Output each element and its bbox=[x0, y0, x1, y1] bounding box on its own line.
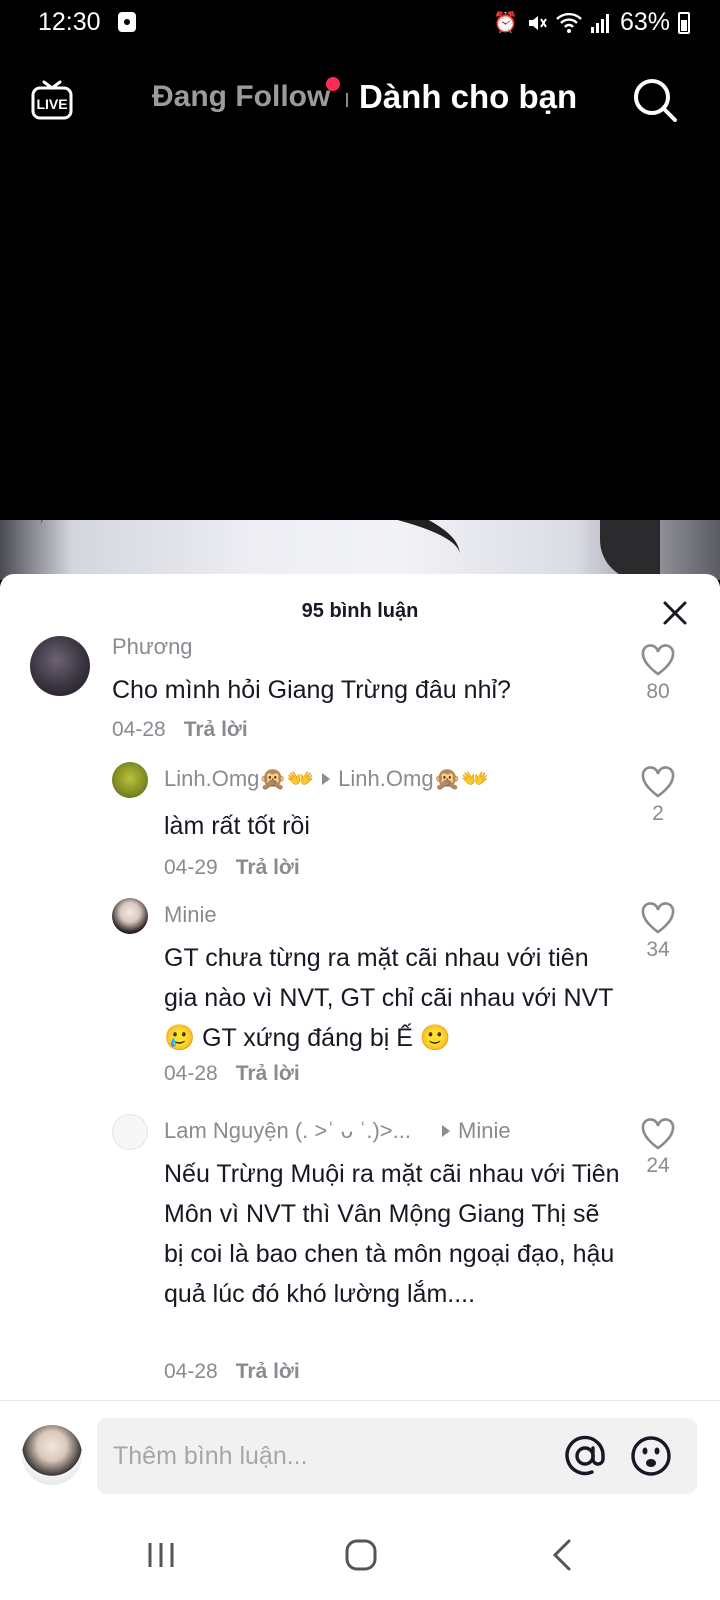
mute-icon bbox=[528, 15, 547, 30]
system-nav-bar bbox=[0, 1510, 720, 1600]
like-button[interactable]: 34 bbox=[628, 902, 688, 962]
comment-input[interactable]: Thêm bình luận... bbox=[97, 1418, 697, 1494]
reply-meta: 04-28 Trả lời bbox=[164, 1360, 300, 1384]
comment-list[interactable]: Phương Cho mình hỏi Giang Trừng đâu nhỉ?… bbox=[0, 636, 720, 1396]
comment-input-bar: Thêm bình luận... bbox=[0, 1400, 720, 1510]
top-nav: LIVE Đang Follow Dành cho bạn bbox=[0, 60, 720, 140]
live-tv-icon[interactable]: LIVE bbox=[30, 78, 74, 122]
reply-date: 04-29 bbox=[164, 856, 218, 879]
following-notification-dot bbox=[326, 77, 340, 91]
comment-placeholder: Thêm bình luận... bbox=[113, 1442, 308, 1470]
like-count: 80 bbox=[646, 680, 670, 703]
battery-percent: 63% bbox=[619, 8, 670, 36]
comment-count: 95 bình luận bbox=[301, 600, 419, 622]
tab-following[interactable]: Đang Follow bbox=[152, 80, 330, 114]
search-icon[interactable] bbox=[632, 77, 678, 123]
like-button[interactable]: 2 bbox=[628, 766, 688, 826]
like-count: 24 bbox=[646, 1154, 670, 1177]
my-avatar[interactable] bbox=[22, 1425, 82, 1485]
status-time: 12:30 bbox=[38, 8, 101, 36]
reply-target[interactable]: Linh.Omg🙊👐 bbox=[338, 766, 488, 791]
comment-text: Cho mình hỏi Giang Trừng đâu nhỉ? bbox=[112, 676, 511, 704]
avatar[interactable] bbox=[112, 898, 148, 934]
comment-item: Phương Cho mình hỏi Giang Trừng đâu nhỉ?… bbox=[0, 636, 720, 756]
reply-author[interactable]: Linh.Omg🙊👐 bbox=[164, 766, 314, 791]
heart-icon bbox=[641, 902, 675, 934]
heart-icon bbox=[641, 766, 675, 798]
live-label: LIVE bbox=[36, 96, 67, 112]
avatar[interactable] bbox=[112, 762, 148, 798]
like-count: 2 bbox=[652, 802, 664, 825]
reply-meta: 04-29 Trả lời bbox=[164, 856, 300, 880]
avatar[interactable] bbox=[112, 1114, 148, 1150]
heart-icon bbox=[641, 644, 675, 676]
like-button[interactable]: 24 bbox=[628, 1118, 688, 1178]
back-icon[interactable] bbox=[550, 1538, 574, 1572]
reply-date: 04-28 bbox=[164, 1062, 218, 1085]
reply-username: Lam Nguyện (. >ʿ ᴗ ʿ.)>... Minie bbox=[164, 1118, 511, 1144]
status-bar: 12:30 ⏰ 63% bbox=[0, 0, 720, 46]
video-preview[interactable] bbox=[0, 520, 720, 580]
tab-separator bbox=[346, 93, 348, 107]
signal-icon bbox=[590, 13, 609, 33]
status-icons: ⏰ 63% bbox=[493, 8, 690, 37]
comment-meta: 04-28 Trả lời bbox=[112, 718, 248, 742]
like-button[interactable]: 80 bbox=[628, 644, 688, 704]
reply-button[interactable]: Trả lời bbox=[236, 1360, 300, 1383]
reply-text: Nếu Trừng Muội ra mặt cãi nhau với Tiên … bbox=[164, 1160, 620, 1308]
reply-author[interactable]: Lam Nguyện (. >ʿ ᴗ ʿ.)>... bbox=[164, 1118, 434, 1144]
like-count: 34 bbox=[646, 938, 670, 961]
reply-button[interactable]: Trả lời bbox=[184, 718, 248, 741]
wifi-icon bbox=[556, 12, 582, 33]
reply-text: làm rất tốt rồi bbox=[164, 812, 310, 840]
notification-icon bbox=[118, 12, 136, 32]
heart-icon bbox=[641, 1118, 675, 1150]
battery-icon bbox=[678, 11, 690, 34]
comment-date: 04-28 bbox=[112, 718, 166, 741]
close-icon[interactable] bbox=[658, 596, 692, 630]
reply-date: 04-28 bbox=[164, 1360, 218, 1383]
reply-button[interactable]: Trả lời bbox=[236, 856, 300, 879]
reply-arrow-icon bbox=[322, 773, 331, 786]
avatar[interactable] bbox=[30, 636, 90, 696]
reply-item: Lam Nguyện (. >ʿ ᴗ ʿ.)>... Minie Nếu Trừn… bbox=[0, 1114, 720, 1396]
comment-username[interactable]: Phương bbox=[112, 636, 193, 660]
reply-arrow-icon bbox=[442, 1125, 450, 1138]
reply-button[interactable]: Trả lời bbox=[236, 1062, 300, 1085]
tab-for-you[interactable]: Dành cho bạn bbox=[359, 78, 577, 116]
reply-item: Minie GT chưa từng ra mặt cãi nhau với t… bbox=[0, 898, 720, 1110]
alarm-icon: ⏰ bbox=[493, 12, 518, 34]
mention-icon[interactable] bbox=[563, 1434, 607, 1478]
recent-apps-icon[interactable] bbox=[146, 1540, 176, 1570]
reply-text: GT chưa từng ra mặt cãi nhau với tiên gi… bbox=[164, 944, 613, 1052]
reply-username: Linh.Omg🙊👐 Linh.Omg🙊👐 bbox=[164, 766, 488, 792]
reply-item: Linh.Omg🙊👐 Linh.Omg🙊👐 làm rất tốt rồi 04-… bbox=[0, 762, 720, 892]
reply-meta: 04-28 Trả lời bbox=[164, 1062, 300, 1086]
reply-username[interactable]: Minie bbox=[164, 902, 217, 928]
emoji-icon[interactable] bbox=[629, 1434, 673, 1478]
reply-target[interactable]: Minie bbox=[458, 1118, 511, 1143]
home-icon[interactable] bbox=[344, 1538, 378, 1572]
